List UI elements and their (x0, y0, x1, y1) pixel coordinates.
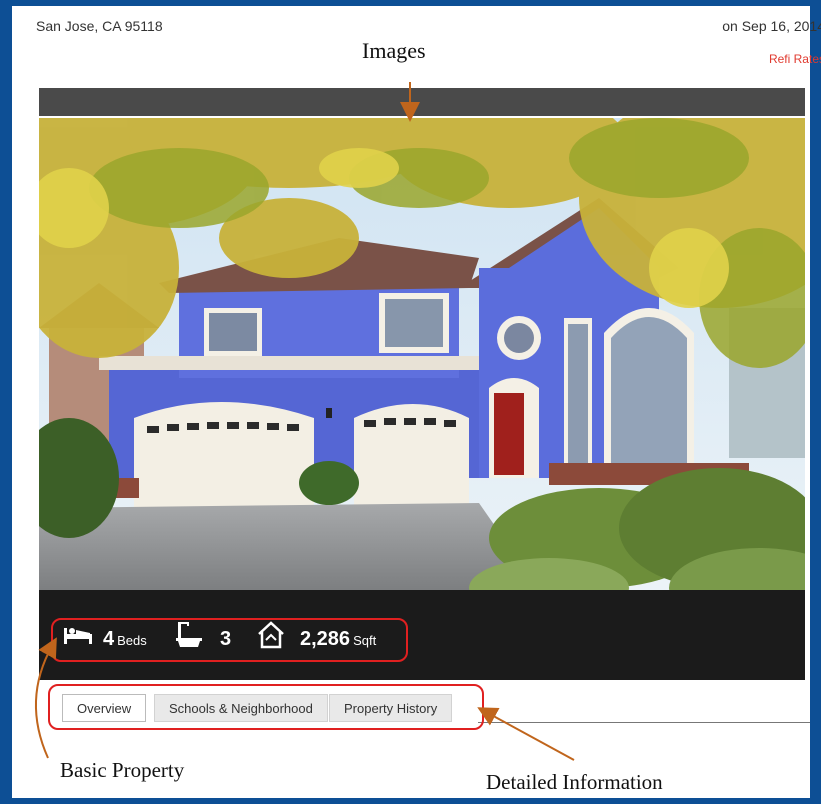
annotation-images: Images (362, 38, 426, 63)
basic-property-highlight (51, 618, 408, 662)
property-photo[interactable] (39, 118, 805, 618)
refi-rates-link[interactable]: Refi Rates (769, 52, 821, 66)
house-photo-illustration (39, 118, 805, 618)
detailed-information-highlight (48, 684, 484, 730)
annotation-detailed-information: Detailed Information (486, 770, 663, 794)
listing-location: San Jose, CA 95118 (36, 18, 163, 34)
tabs-baseline (478, 722, 810, 723)
image-header-bar (39, 88, 805, 116)
annotation-basic-property: Basic Property (60, 758, 185, 782)
listing-date: on Sep 16, 2014 (722, 18, 821, 34)
